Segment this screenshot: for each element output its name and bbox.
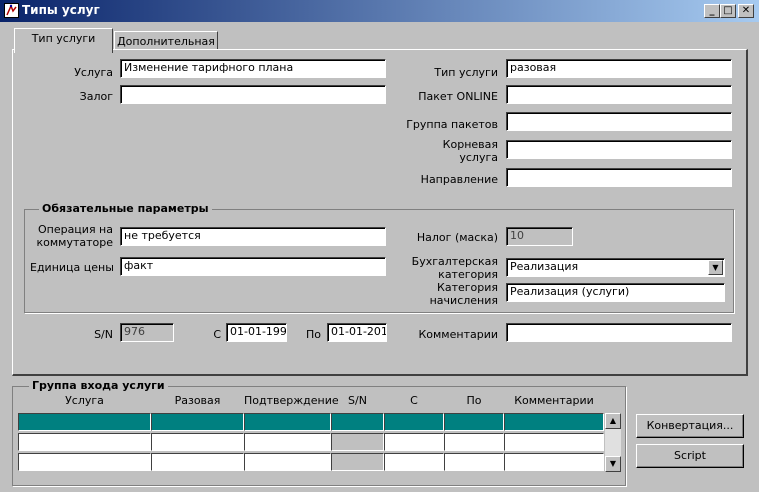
tab-service-type-label: Тип услуги <box>31 32 96 45</box>
grid-cell[interactable] <box>244 413 331 431</box>
grid-cell <box>331 433 384 451</box>
grid-cell[interactable] <box>151 413 244 431</box>
maximize-button[interactable]: □ <box>720 4 736 18</box>
window-title: Типы услуг <box>22 3 100 17</box>
column-header-sn: S/N <box>348 394 367 407</box>
scroll-up-icon[interactable]: ▲ <box>605 413 621 429</box>
direction-field[interactable] <box>506 168 732 187</box>
grid-cell[interactable] <box>331 413 384 431</box>
grid-cell[interactable] <box>18 453 151 471</box>
title-bar[interactable]: Типы услуг _ □ ✕ <box>0 0 759 22</box>
date-from-field[interactable]: 01-01-1991 <box>226 323 287 342</box>
app-icon <box>4 3 19 18</box>
charge-category-label-2: начисления <box>429 294 498 307</box>
grid-cell[interactable] <box>504 453 604 471</box>
grid-cell[interactable] <box>384 433 444 451</box>
convert-button[interactable]: Конвертация... <box>636 414 744 438</box>
grid-cell[interactable] <box>244 453 331 471</box>
operation-label-2: коммутаторе <box>36 236 113 249</box>
script-button[interactable]: Script <box>636 444 744 468</box>
price-unit-label: Единица цены <box>30 261 114 274</box>
date-to-field[interactable]: 01-01-2018 <box>327 323 387 342</box>
package-group-field[interactable] <box>506 112 732 131</box>
column-header-comments: Комментарии <box>514 394 594 407</box>
grid-cell[interactable] <box>151 453 244 471</box>
grid-cell[interactable] <box>244 433 331 451</box>
accounting-category-select[interactable]: Реализация ▼ <box>506 258 725 277</box>
tab-additional-label: Дополнительная <box>117 35 215 48</box>
deposit-field[interactable] <box>120 85 386 104</box>
column-header-to: По <box>466 394 482 407</box>
tab-service-type[interactable]: Тип услуги <box>14 28 113 53</box>
scroll-down-icon[interactable]: ▼ <box>605 456 621 472</box>
grid-cell[interactable] <box>504 433 604 451</box>
date-to-label: По <box>305 328 321 341</box>
column-header-from: С <box>410 394 418 407</box>
required-params-title: Обязательные параметры <box>39 202 212 215</box>
grid-cell[interactable] <box>444 433 504 451</box>
package-group-label: Группа пакетов <box>406 118 498 131</box>
online-package-field[interactable] <box>506 85 732 104</box>
grid-cell[interactable] <box>18 413 151 431</box>
price-unit-field[interactable]: факт <box>120 257 386 276</box>
service-field[interactable]: Изменение тарифного плана <box>120 59 386 78</box>
grid-cell[interactable] <box>504 413 604 431</box>
comment-field[interactable] <box>506 323 732 342</box>
deposit-label: Залог <box>79 90 113 103</box>
column-header-one-time: Разовая <box>174 394 221 407</box>
accounting-category-label-1: Бухгалтерская <box>411 255 498 268</box>
online-package-label: Пакет ONLINE <box>418 90 498 103</box>
service-label: Услуга <box>74 66 113 79</box>
tax-mask-label: Налог (маска) <box>416 231 498 244</box>
grid-cell[interactable] <box>444 453 504 471</box>
grid-cell[interactable] <box>18 433 151 451</box>
charge-category-label-1: Категория <box>437 281 498 294</box>
root-service-label-2: услуга <box>459 151 498 164</box>
script-button-label: Script <box>674 449 706 462</box>
grid-cell <box>331 453 384 471</box>
tax-mask-field: 10 <box>506 227 573 246</box>
entry-group-title: Группа входа услуги <box>29 379 168 392</box>
comment-label: Комментарии <box>418 328 498 341</box>
date-from-label: С <box>213 328 221 341</box>
grid-cell[interactable] <box>384 453 444 471</box>
sn-field: 976 <box>120 323 174 342</box>
accounting-category-value: Реализация <box>510 260 579 273</box>
grid-cell[interactable] <box>444 413 504 431</box>
accounting-category-label-2: категория <box>438 268 498 281</box>
operation-label-1: Операция на <box>37 223 113 236</box>
sn-label: S/N <box>94 328 113 341</box>
close-button[interactable]: ✕ <box>738 4 754 18</box>
charge-category-field[interactable]: Реализация (услуги) <box>506 283 725 302</box>
grid-cell[interactable] <box>151 433 244 451</box>
convert-button-label: Конвертация... <box>646 419 734 432</box>
service-type-label: Тип услуги <box>434 66 498 79</box>
grid-cell[interactable] <box>384 413 444 431</box>
column-header-confirmation: Подтверждение <box>244 394 339 407</box>
minimize-button[interactable]: _ <box>704 4 720 18</box>
direction-label: Направление <box>420 173 498 186</box>
service-type-field[interactable]: разовая <box>506 59 732 78</box>
column-header-service: Услуга <box>65 394 104 407</box>
root-service-field[interactable] <box>506 140 732 159</box>
operation-field[interactable]: не требуется <box>120 227 386 246</box>
root-service-label-1: Корневая <box>442 138 498 151</box>
chevron-down-icon[interactable]: ▼ <box>708 260 723 275</box>
